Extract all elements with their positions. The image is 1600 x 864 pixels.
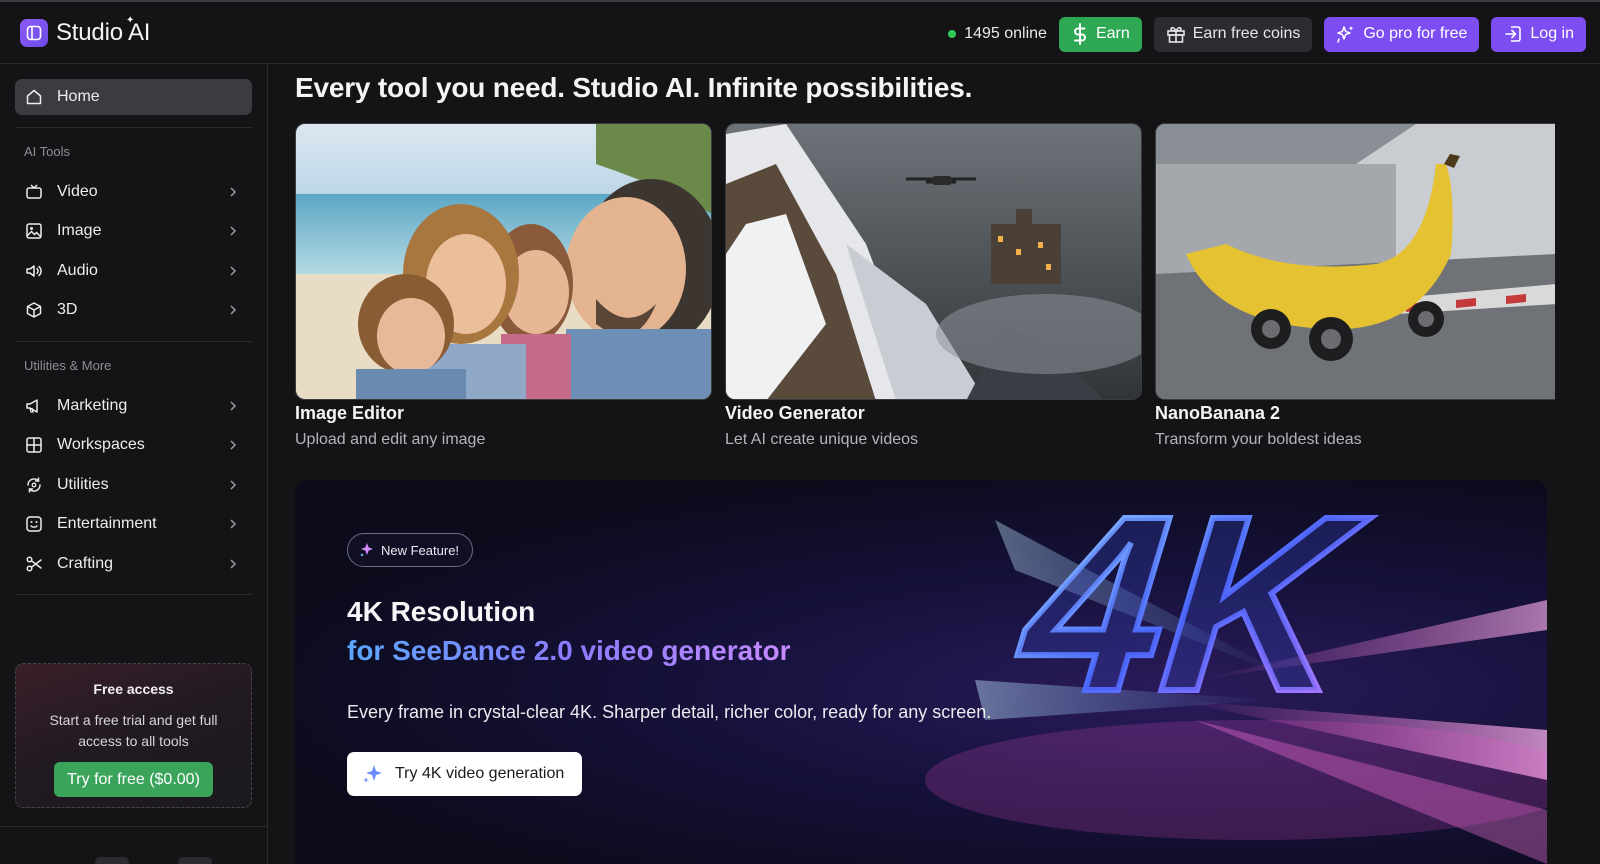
chevron-right-icon	[230, 519, 237, 529]
cube-icon	[26, 302, 42, 318]
sidebar-item-label: Workspaces	[57, 436, 145, 453]
cycle-icon	[27, 477, 41, 493]
try-for-free-button[interactable]: Try for free ($0.00)	[54, 762, 213, 797]
chevron-right-icon	[230, 440, 237, 450]
new-feature-badge: New Feature!	[347, 533, 474, 567]
gift-icon	[1166, 26, 1185, 43]
online-count: 1495 online	[964, 25, 1047, 42]
divider	[15, 594, 252, 595]
tv-icon	[26, 184, 42, 199]
sidebar-item-workspaces[interactable]: Workspaces	[15, 427, 252, 463]
bottom-control[interactable]	[178, 857, 212, 864]
sparkles-icon	[363, 765, 382, 783]
divider	[15, 127, 252, 128]
home-icon	[26, 89, 42, 105]
sidebar-item-label: Audio	[57, 262, 98, 279]
sidebar-item-label: Home	[57, 88, 100, 105]
banner-4k-art-text-fill: 4K	[1007, 480, 1377, 744]
card-subtitle: Let AI create unique videos	[725, 431, 919, 448]
dollar-icon	[1073, 23, 1086, 45]
brand-name: Studio AI	[56, 19, 151, 46]
sidebar-item-crafting[interactable]: Crafting	[15, 546, 252, 582]
sidebar-item-label: Entertainment	[57, 515, 157, 532]
banner-title: 4K Resolution	[347, 596, 536, 627]
sparkles-icon	[1337, 26, 1354, 43]
sidebar-item-label: 3D	[57, 301, 78, 318]
chevron-right-icon	[230, 559, 237, 569]
speaker-icon	[26, 265, 42, 277]
image-icon	[26, 223, 42, 239]
sidebar-item-image[interactable]: Image	[15, 213, 252, 249]
sidebar-item-label: Video	[57, 183, 98, 200]
badge-label: New Feature!	[381, 542, 460, 558]
sidebar-item-label: Marketing	[57, 397, 128, 414]
video-generator-thumbnail	[725, 123, 1142, 400]
go-pro-button[interactable]: Go pro for free	[1324, 16, 1480, 52]
login-icon	[1505, 26, 1522, 42]
sidebar-item-entertainment[interactable]: Entertainment	[15, 506, 252, 542]
card-subtitle: Transform your boldest ideas	[1155, 431, 1362, 448]
chevron-right-icon	[230, 305, 237, 315]
chevron-right-icon	[230, 226, 237, 236]
face-icon	[26, 516, 42, 532]
banner-description: Every frame in crystal-clear 4K. Sharper…	[347, 702, 992, 722]
card-video-generator[interactable]: Video Generator Let AI create unique vid…	[725, 123, 1142, 449]
login-button[interactable]: Log in	[1491, 16, 1586, 52]
card-title: NanoBanana 2	[1155, 403, 1281, 423]
earn-button[interactable]: Earn	[1058, 16, 1142, 52]
promo-text: Start a free trial and get full access t…	[49, 712, 218, 749]
chevron-right-icon	[230, 187, 237, 197]
sidebar-item-video[interactable]: Video	[15, 174, 252, 210]
sidebar-item-marketing[interactable]: Marketing	[15, 388, 252, 424]
sidebar-item-utilities[interactable]: Utilities	[15, 467, 252, 503]
earn-label: Earn	[1095, 25, 1130, 42]
button-label: Try 4K video generation	[395, 765, 565, 782]
section-utilities: Utilities & More	[24, 358, 112, 373]
page-headline: Every tool you need. Studio AI. Infinite…	[295, 72, 973, 103]
megaphone-icon	[26, 399, 38, 413]
chevron-right-icon	[230, 401, 237, 411]
divider	[15, 341, 252, 342]
sidebar-item-label: Image	[57, 222, 102, 239]
card-title: Video Generator	[725, 403, 865, 423]
sidebar-item-3d[interactable]: 3D	[15, 292, 252, 328]
scissors-icon	[26, 556, 42, 572]
sidebar-item-home[interactable]: Home	[15, 79, 252, 115]
sparkle-icon: ✦	[126, 15, 135, 26]
grid-icon	[26, 437, 42, 453]
sidebar-item-audio[interactable]: Audio	[15, 253, 252, 289]
promo-title: Free access	[93, 681, 174, 697]
sparkle-icon	[360, 543, 373, 557]
online-dot-icon	[948, 30, 957, 38]
brand[interactable]: Studio AI ✦	[20, 15, 151, 48]
feature-banner: 4K 4K New Feature! 4K Resolution for See…	[295, 480, 1547, 864]
banner-subtitle: for SeeDance 2.0 video generator	[347, 635, 791, 666]
card-nanobanana[interactable]: NanoBanana 2 Transform your boldest idea…	[1155, 123, 1572, 449]
top-bar: Studio AI ✦ 1495 online Earn Earn free c…	[0, 0, 1600, 64]
coins-label: Earn free coins	[1192, 25, 1301, 42]
image-editor-thumbnail	[295, 123, 712, 400]
divider	[0, 826, 268, 827]
sidebar-item-label: Crafting	[57, 555, 114, 572]
section-ai-tools: AI Tools	[24, 144, 71, 159]
sidebar: Home AI Tools Video Image Audio 3D Utili…	[0, 64, 268, 864]
online-indicator: 1495 online	[948, 25, 1047, 43]
top-actions: 1495 online Earn Earn free coins Go pro …	[948, 16, 1586, 52]
pro-label: Go pro for free	[1363, 25, 1468, 42]
bottom-control[interactable]	[95, 857, 129, 864]
try-4k-video-button[interactable]: Try 4K video generation	[347, 752, 583, 796]
banner-art: 4K 4K	[925, 480, 1547, 864]
nanobanana-thumbnail	[1155, 123, 1555, 400]
card-title: Image Editor	[295, 403, 405, 423]
sidebar-toggle-icon	[20, 19, 48, 47]
chevron-right-icon	[230, 266, 237, 276]
card-subtitle: Upload and edit any image	[295, 431, 486, 448]
chevron-right-icon	[230, 480, 237, 490]
login-label: Log in	[1530, 25, 1574, 42]
sidebar-item-label: Utilities	[57, 476, 109, 493]
earn-free-coins-button[interactable]: Earn free coins	[1153, 16, 1313, 52]
card-image-editor[interactable]: Image Editor Upload and edit any image	[295, 123, 712, 449]
free-access-promo: Free access Start a free trial and get f…	[15, 663, 252, 808]
